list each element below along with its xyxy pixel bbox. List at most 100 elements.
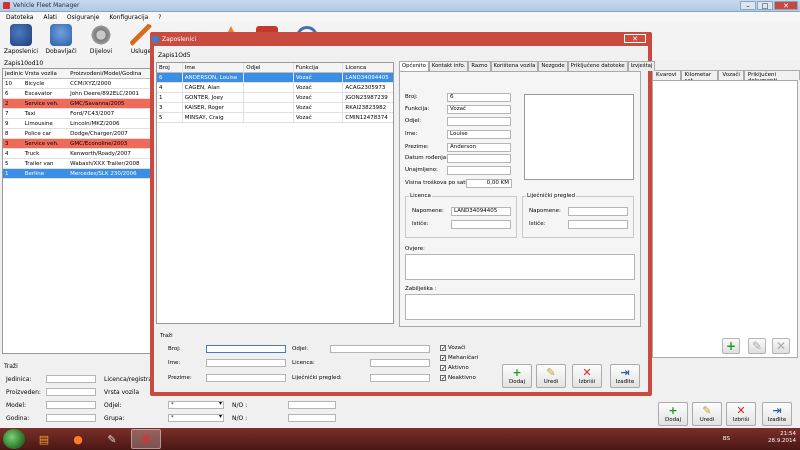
tab-kontakt-info[interactable]: Kontakt info. xyxy=(428,61,469,71)
checkbox-drivers[interactable]: ✓ xyxy=(440,345,446,352)
col-license[interactable]: Licenca xyxy=(343,63,393,73)
main-exit-button[interactable]: ⇥ Izađite xyxy=(762,402,792,426)
medical-expires-field[interactable] xyxy=(568,220,628,229)
tab-izvjestaj[interactable]: Izvještaj xyxy=(627,61,656,71)
function-field[interactable]: Vozač xyxy=(447,105,511,114)
suppliers-button[interactable]: Dobavljači xyxy=(43,22,79,60)
number-field[interactable]: 6 xyxy=(447,93,511,102)
maximize-button[interactable]: □ xyxy=(757,1,773,10)
last-name-field[interactable]: Anderson xyxy=(447,143,511,152)
hired-field[interactable] xyxy=(447,166,511,175)
table-row[interactable]: 4 CAGEN, Alan Vozač ACAG2305973 xyxy=(157,82,393,93)
tab-prikljucene-datoteke[interactable]: Priključene datoteke xyxy=(567,61,628,71)
taskbar-explorer-icon[interactable]: ▤ xyxy=(29,429,59,449)
table-row[interactable]: 5 MINSAY, Craig Vozač CMIN12478374 xyxy=(157,112,393,123)
search-medical-input[interactable] xyxy=(370,374,430,382)
dialog-delete-button[interactable]: ✕ Izbriši xyxy=(572,364,602,388)
manufacturer-input[interactable] xyxy=(46,388,96,396)
check-drivers[interactable]: ✓ Vozači xyxy=(440,345,466,352)
birth-date-field[interactable] xyxy=(447,154,511,163)
check-inactive[interactable]: ✓ Neaktivno xyxy=(440,375,476,382)
taskbar-firefox-icon[interactable]: ● xyxy=(63,429,93,449)
dialog-edit-button[interactable]: ✎ Uredi xyxy=(536,364,566,388)
col-name[interactable]: Ime xyxy=(183,62,245,73)
parts-button[interactable]: Dijelovi xyxy=(83,22,119,60)
hourly-cost-field[interactable]: 0,00 KM xyxy=(466,179,512,188)
checkbox-mechanics[interactable]: ✓ xyxy=(440,355,446,362)
medical-notes-field[interactable] xyxy=(568,207,628,216)
col-manufacturer-model-year[interactable]: Proizvođeni/Model/Godina xyxy=(68,71,151,77)
license-expires-field[interactable] xyxy=(451,220,511,229)
tab-kilometar-sat[interactable]: Kilometar sat xyxy=(680,70,719,84)
main-edit-button[interactable]: ✎ Uredi xyxy=(692,402,722,426)
table-row[interactable]: 5 Trailer van Wabash/XXX Trailer/2008 xyxy=(3,159,151,169)
search-name-input[interactable] xyxy=(206,359,286,367)
employees-button[interactable]: Zaposlenici xyxy=(3,22,39,60)
col-unit[interactable]: Jedinic xyxy=(3,71,23,77)
col-department[interactable]: Odjel xyxy=(244,62,294,73)
menu-datoteka[interactable]: Datoteka xyxy=(6,14,33,21)
search-surname-input[interactable] xyxy=(206,374,286,382)
system-clock[interactable]: 21:54 28.9.2014 xyxy=(768,431,796,445)
table-row[interactable]: 2 Service veh. GMC/Savanna/2005 xyxy=(3,99,151,109)
table-row[interactable]: 9 Limousine Lincoln/MKZ/2006 xyxy=(3,119,151,129)
unit-input[interactable] xyxy=(46,375,96,383)
no-input-1[interactable] xyxy=(288,401,336,409)
menu-konfiguracija[interactable]: Konfiguracija xyxy=(109,14,148,21)
checkbox-inactive[interactable]: ✓ xyxy=(440,375,446,382)
tab-vozaci[interactable]: Vozači xyxy=(718,70,744,80)
check-active[interactable]: ✓ Aktivno xyxy=(440,365,469,372)
table-row[interactable]: 4 Truck Kenworth/Roady/2007 xyxy=(3,149,151,159)
table-row[interactable]: 1 Berline Mercedes/SLK 230/2006 xyxy=(3,169,151,179)
employee-photo[interactable] xyxy=(524,94,634,180)
model-input[interactable] xyxy=(46,401,96,409)
search-dept-input[interactable] xyxy=(330,345,430,353)
col-vehicle-type[interactable]: Vrsta vozila xyxy=(23,71,68,77)
tab-razno[interactable]: Razno xyxy=(468,61,491,71)
first-name-field[interactable]: Louise xyxy=(447,130,511,139)
table-row[interactable]: 10 Bicycle CCM/XYZ/2000 xyxy=(3,79,151,89)
menu-help[interactable]: ? xyxy=(158,14,161,21)
table-row[interactable]: 3 Service veh. GMC/Econoline/2003 xyxy=(3,139,151,149)
start-button[interactable] xyxy=(3,429,25,449)
side-delete-button[interactable]: ✕ xyxy=(772,338,790,354)
tab-koristena-vozila[interactable]: Korištena vozila xyxy=(490,61,539,71)
side-add-button[interactable]: + xyxy=(722,338,740,354)
note-textarea[interactable] xyxy=(405,294,635,320)
main-delete-button[interactable]: ✕ Izbriši xyxy=(726,402,756,426)
language-indicator[interactable]: BS xyxy=(723,436,730,442)
minimize-button[interactable]: – xyxy=(740,1,756,10)
taskbar-paint-icon[interactable]: ✎ xyxy=(97,429,127,449)
dialog-close-button[interactable]: ✕ xyxy=(624,34,646,43)
table-row[interactable]: 3 KAISER, Roger Vozač RKAI23823982 xyxy=(157,102,393,113)
taskbar-fleet-manager-icon[interactable]: ✱ xyxy=(131,429,161,449)
main-add-button[interactable]: + Dodaj xyxy=(658,402,688,426)
search-license-input[interactable] xyxy=(370,359,430,367)
tab-kvarovi[interactable]: Kvarovi xyxy=(652,70,681,80)
menu-osiguranje[interactable]: Osiguranje xyxy=(67,14,99,21)
certifications-textarea[interactable] xyxy=(405,254,635,280)
col-function[interactable]: Funkcija xyxy=(294,62,344,73)
table-row[interactable]: 6 ANDERSON, Louise Vozač LAND34094405 xyxy=(157,72,393,83)
license-notes-field[interactable]: LAND34094405 xyxy=(451,207,511,216)
group-select[interactable]: * xyxy=(168,414,224,422)
table-row[interactable]: 8 Police car Dodge/Charger/2007 xyxy=(3,129,151,139)
check-mechanics[interactable]: ✓ Mehaničari xyxy=(440,355,478,362)
dialog-add-button[interactable]: + Dodaj xyxy=(502,364,532,388)
table-row[interactable]: 1 GONTER, Joey Vozač JGON23987239 xyxy=(157,92,393,103)
side-edit-button[interactable]: ✎ xyxy=(748,338,766,354)
department-field[interactable] xyxy=(447,117,511,126)
close-button[interactable]: ✕ xyxy=(774,1,798,10)
dialog-exit-button[interactable]: ⇥ Izađite xyxy=(610,364,640,388)
col-number[interactable]: Broj xyxy=(157,62,183,73)
no-input-2[interactable] xyxy=(288,414,336,422)
table-row[interactable]: 6 Excavator John Deere/892ELC/2001 xyxy=(3,89,151,99)
department-select[interactable]: * xyxy=(168,401,224,409)
menu-alati[interactable]: Alati xyxy=(43,14,56,21)
search-number-input[interactable] xyxy=(206,345,286,353)
tab-prikljuceni-dokumenti[interactable]: Priključeni dokumenti xyxy=(743,70,800,84)
year-input[interactable] xyxy=(46,414,96,422)
checkbox-active[interactable]: ✓ xyxy=(440,365,446,372)
table-row[interactable]: 7 Taxi Ford/7C43/2007 xyxy=(3,109,151,119)
tab-nezgode[interactable]: Nezgode xyxy=(538,61,568,71)
